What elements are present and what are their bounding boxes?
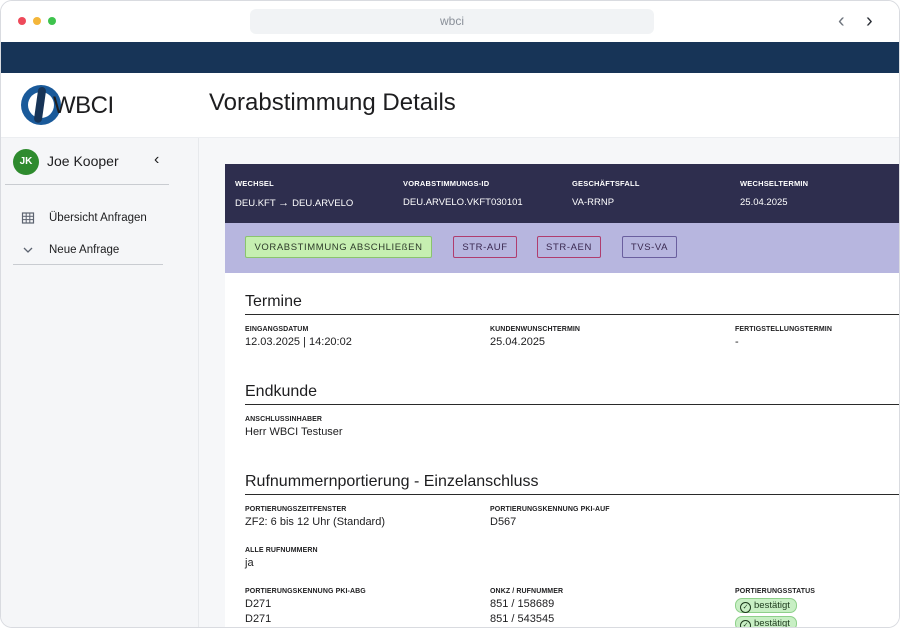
main-content: WECHSEL DEU.KFT → DEU.ARVELO VORABSTIMMU…	[199, 138, 899, 627]
section-endkunde: Endkunde	[245, 383, 899, 405]
section-title: Rufnummernportierung - Einzelanschluss	[245, 473, 899, 495]
field-value: 851 / 158689	[490, 598, 555, 610]
field-value: -	[735, 336, 739, 348]
field-value: D271	[245, 613, 272, 625]
summary-geschaeftsfall: GESCHÄFTSFALL VA-RRNP	[572, 179, 640, 208]
table-icon	[21, 212, 35, 224]
wechsel-from: DEU.KFT	[235, 198, 276, 209]
field-alle-rufnummern: ALLE RUFNUMMERN ja	[245, 547, 318, 569]
field-value: Herr WBCI Testuser	[245, 426, 343, 438]
summary-vorabstimmungs-id: VORABSTIMMUNGS-ID DEU.ARVELO.VKFT030101	[403, 179, 523, 208]
str-aen-button[interactable]: STR-AEN	[537, 236, 601, 258]
check-circle-icon: ✓	[740, 620, 751, 627]
forward-arrow-icon[interactable]: ›	[866, 10, 873, 32]
address-bar[interactable]: wbci	[250, 9, 654, 34]
field-value: 25.04.2025	[490, 336, 546, 348]
field-label: EINGANGSDATUM	[245, 326, 309, 333]
minimize-window-button[interactable]	[33, 17, 41, 25]
summary-label: WECHSEL	[235, 179, 274, 188]
field-portierungszeitfenster: PORTIERUNGSZEITFENSTER ZF2: 6 bis 12 Uhr…	[245, 506, 385, 528]
summary-label: WECHSELTERMIN	[740, 179, 809, 188]
section-title: Endkunde	[245, 383, 899, 405]
field-portierungskennung-pki-auf: PORTIERUNGSKENNUNG PKI-AUF D567	[490, 506, 610, 528]
field-value: D567	[490, 516, 517, 528]
section-title: Termine	[245, 293, 899, 315]
user-name: Joe Kooper	[47, 153, 119, 169]
field-label: ONKZ / RUFNUMMER	[490, 588, 564, 595]
summary-label: GESCHÄFTSFALL	[572, 179, 640, 188]
sidebar-item-uebersicht-anfragen[interactable]: Übersicht Anfragen	[13, 204, 163, 232]
check-circle-icon: ✓	[740, 602, 751, 613]
logo-text: WBCI	[53, 92, 114, 119]
field-value: 12.03.2025 | 14:20:02	[245, 336, 352, 348]
field-label: ALLE RUFNUMMERN	[245, 547, 318, 554]
status-badge-label: bestätigt	[754, 618, 790, 627]
field-label: PORTIERUNGSKENNUNG PKI-AUF	[490, 506, 610, 513]
page-title: Vorabstimmung Details	[209, 89, 456, 116]
field-onkz-rufnummer: ONKZ / RUFNUMMER 851 / 158689 851 / 5435…	[490, 588, 563, 625]
vorabstimmung-abschliessen-button[interactable]: VORABSTIMMUNG ABSCHLIEßEN	[245, 236, 432, 258]
field-portierungskennung-pki-abg: PORTIERUNGSKENNUNG PKI-ABG D271 D271	[245, 588, 366, 625]
sidebar-item-label: Neue Anfrage	[49, 244, 120, 256]
status-badge: ✓ bestätigt	[735, 616, 797, 627]
back-arrow-icon[interactable]: ‹	[838, 10, 845, 32]
summary-label: VORABSTIMMUNGS-ID	[403, 179, 490, 188]
chevron-down-icon	[23, 247, 33, 253]
field-label: PORTIERUNGSZEITFENSTER	[245, 506, 347, 513]
field-value: D271	[245, 598, 272, 610]
field-label: ANSCHLUSSINHABER	[245, 416, 323, 423]
details-panel: WECHSEL DEU.KFT → DEU.ARVELO VORABSTIMMU…	[225, 164, 899, 627]
field-portierungsstatus: PORTIERUNGSSTATUS ✓ bestätigt ✓ bestätigt	[735, 588, 815, 627]
avatar[interactable]: JK	[13, 149, 39, 175]
maximize-window-button[interactable]	[48, 17, 56, 25]
field-fertigstellungstermin: FERTIGSTELLUNGSTERMIN -	[735, 326, 832, 348]
close-window-button[interactable]	[18, 17, 26, 25]
field-label: PORTIERUNGSKENNUNG PKI-ABG	[245, 588, 366, 595]
field-value: ZF2: 6 bis 12 Uhr (Standard)	[245, 516, 386, 528]
wechsel-to: DEU.ARVELO	[292, 198, 354, 209]
field-eingangsdatum: EINGANGSDATUM 12.03.2025 | 14:20:02	[245, 326, 352, 348]
action-bar: VORABSTIMMUNG ABSCHLIEßEN STR-AUF STR-AE…	[225, 223, 899, 273]
arrow-right-icon: →	[278, 197, 293, 209]
field-label: PORTIERUNGSSTATUS	[735, 588, 815, 595]
field-value: 851 / 543545	[490, 613, 555, 625]
collapse-sidebar-icon[interactable]: ‹	[154, 151, 159, 169]
top-app-bar	[1, 42, 899, 73]
sidebar: JK Joe Kooper ‹ Übersicht Anfragen Neue …	[1, 138, 199, 627]
status-badge: ✓ bestätigt	[735, 598, 797, 613]
summary-value: VA-RRNP	[572, 197, 615, 208]
tvs-va-button[interactable]: TVS-VA	[622, 236, 677, 258]
status-badge-label: bestätigt	[754, 600, 790, 611]
summary-value: 25.04.2025	[740, 197, 788, 208]
section-rufnummernportierung: Rufnummernportierung - Einzelanschluss	[245, 473, 899, 495]
field-kundenwunschtermin: KUNDENWUNSCHTERMIN 25.04.2025	[490, 326, 580, 348]
section-termine: Termine	[245, 293, 899, 315]
browser-window: wbci ‹ › WBCI Vorabstimmung Details JK J…	[0, 0, 900, 628]
summary-bar: WECHSEL DEU.KFT → DEU.ARVELO VORABSTIMMU…	[225, 164, 899, 223]
sidebar-item-label: Übersicht Anfragen	[49, 212, 147, 224]
app-header: WBCI Vorabstimmung Details	[1, 73, 899, 138]
sidebar-divider	[5, 184, 169, 185]
field-label: KUNDENWUNSCHTERMIN	[490, 326, 581, 333]
field-label: FERTIGSTELLUNGSTERMIN	[735, 326, 832, 333]
field-value: ja	[245, 557, 254, 569]
title-bar: wbci ‹ ›	[1, 1, 899, 42]
summary-wechseltermin: WECHSELTERMIN 25.04.2025	[740, 179, 808, 208]
summary-value: DEU.ARVELO.VKFT030101	[403, 197, 523, 208]
str-auf-button[interactable]: STR-AUF	[453, 236, 517, 258]
summary-value: DEU.KFT → DEU.ARVELO	[235, 197, 353, 209]
sidebar-item-neue-anfrage[interactable]: Neue Anfrage	[13, 236, 163, 265]
summary-wechsel: WECHSEL DEU.KFT → DEU.ARVELO	[235, 179, 353, 209]
field-anschlussinhaber: ANSCHLUSSINHABER Herr WBCI Testuser	[245, 416, 343, 438]
